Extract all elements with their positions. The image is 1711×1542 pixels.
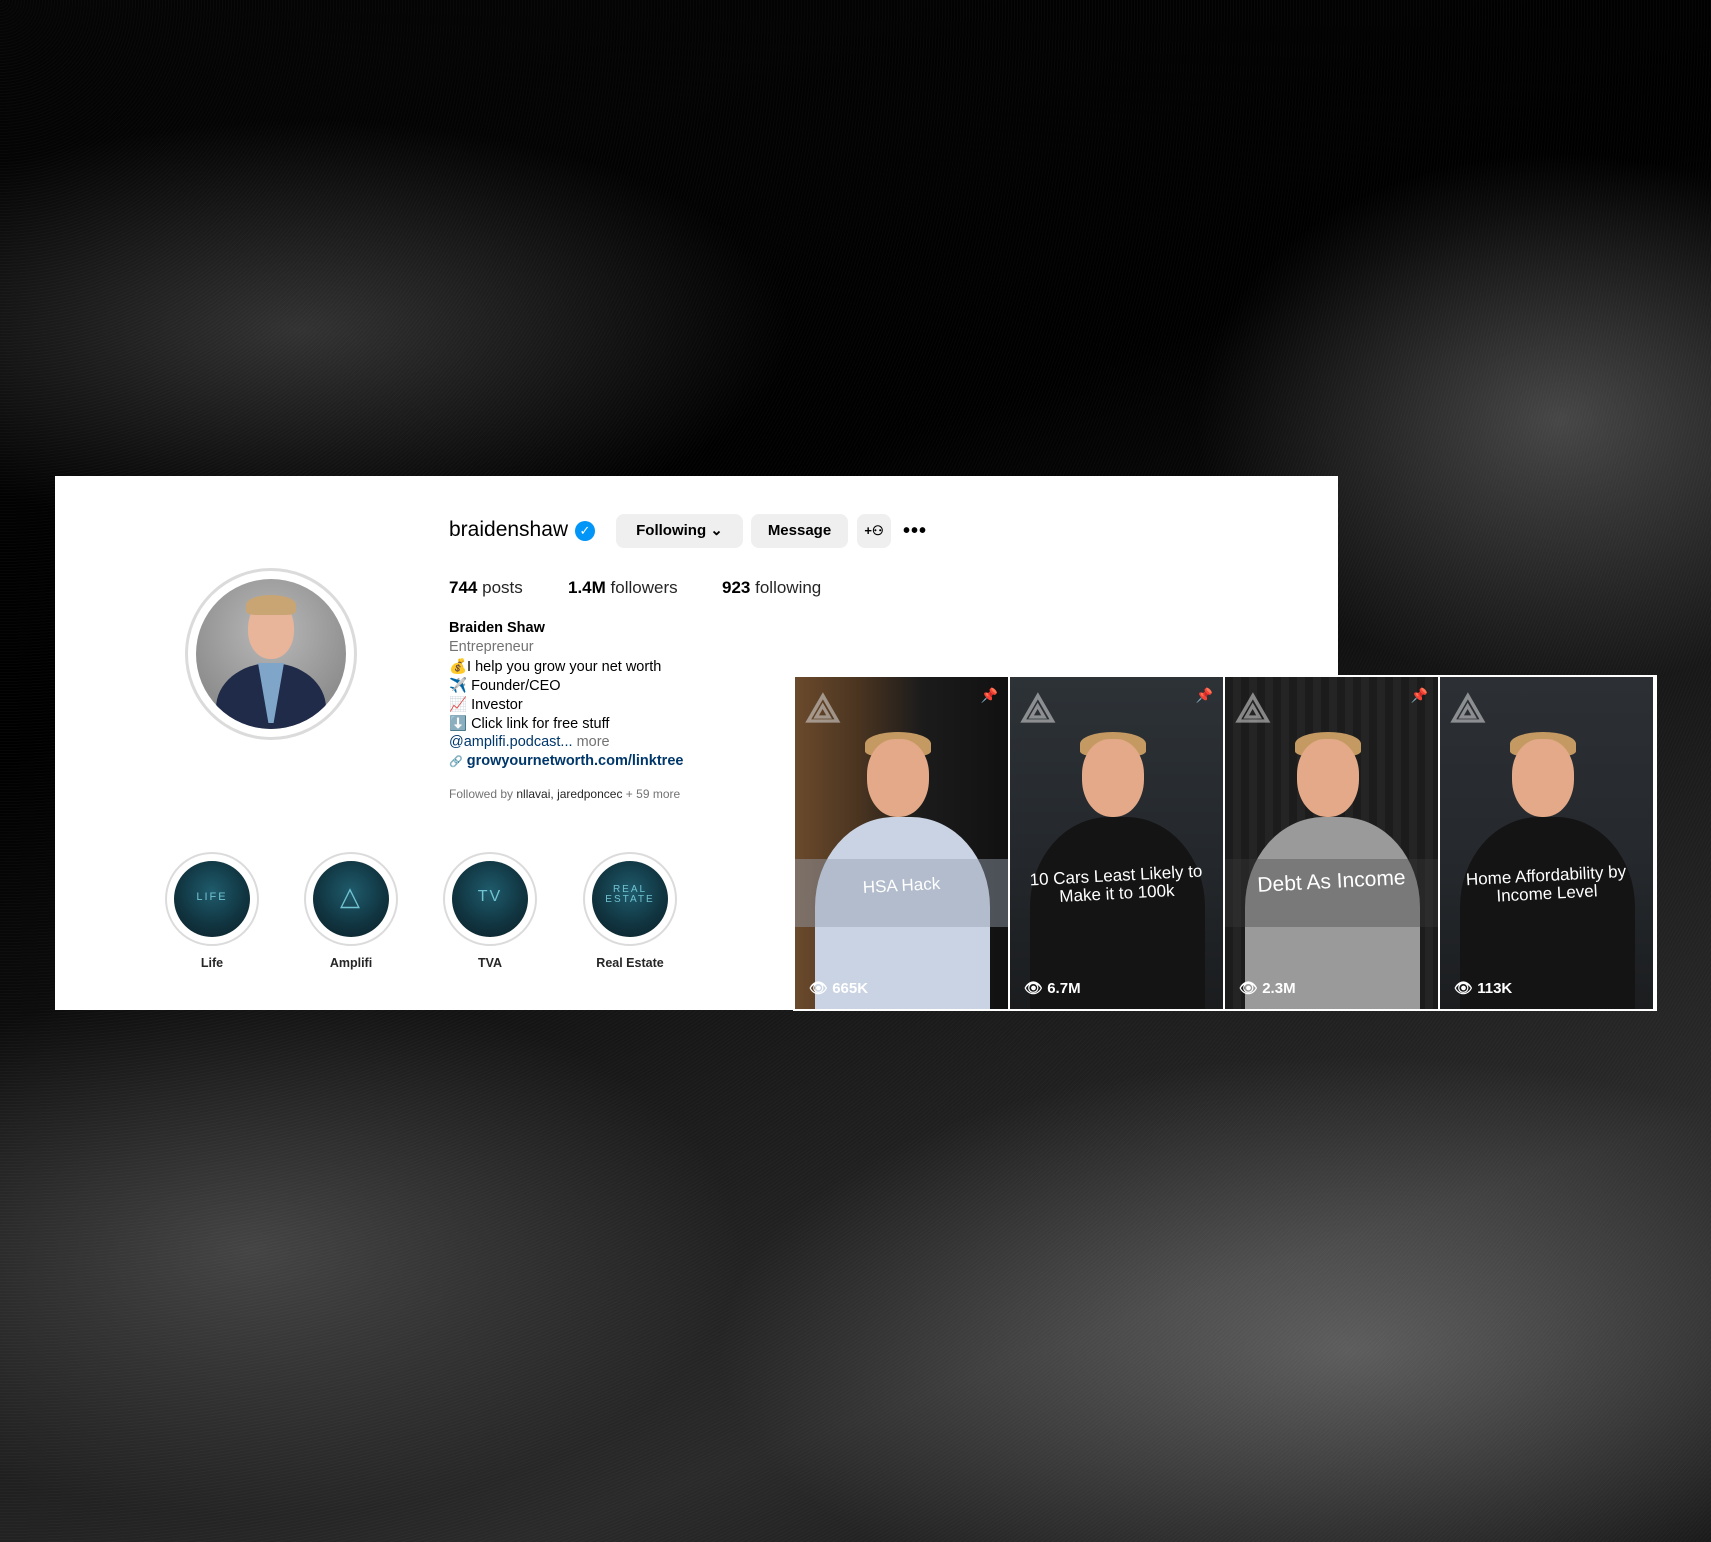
reel-views-count: 113K (1477, 980, 1513, 997)
followers-label: followers (610, 578, 678, 597)
eye-icon: 👁 (1454, 980, 1474, 997)
pin-icon: 📌 (1410, 687, 1428, 703)
avatar-image (196, 579, 346, 729)
brand-logo-icon: ⟁ (1450, 687, 1486, 731)
reel-views-count: 2.3M (1262, 980, 1296, 997)
highlight-label: Life (200, 956, 224, 970)
reel-views-count: 665K (832, 980, 869, 997)
brand-logo-icon: ⟁ (1020, 687, 1056, 731)
username: braidenshaw (449, 518, 569, 541)
highlight-life[interactable]: LIFE (165, 852, 259, 946)
bio-name: Braiden Shaw (449, 620, 545, 636)
profile-avatar[interactable] (185, 568, 357, 740)
following-button[interactable]: Following ⌄ (616, 514, 743, 548)
reel-tile[interactable]: ⟁ 📌 HSA Hack 👁 665K (795, 677, 1008, 1009)
bio-category: Entrepreneur (449, 639, 534, 655)
bio-line-4: ⬇️ Click link for free stuff (449, 716, 610, 732)
brand-logo-icon: ⟁ (805, 687, 841, 731)
posts-count: 744 (449, 578, 478, 597)
pin-icon: 📌 (1195, 687, 1213, 703)
highlight-cover: △ (313, 861, 389, 937)
reel-views: 👁 113K (1454, 979, 1512, 997)
highlight-label: Amplifi (329, 956, 373, 970)
more-options-icon[interactable]: ••• (903, 514, 927, 548)
highlight-cover-text: REAL ESTATE (605, 884, 655, 905)
highlight-cover-text: TV (477, 888, 503, 905)
posts-stat: 744 posts (449, 578, 523, 598)
highlight-cover: REAL ESTATE (592, 861, 668, 937)
brand-logo-icon: ⟁ (1235, 687, 1271, 731)
followed-by-prefix: Followed by (449, 787, 514, 801)
highlight-cover-text: LIFE (196, 891, 228, 903)
reels-grid: ⟁ 📌 HSA Hack 👁 665K ⟁ 📌 10 Cars Least Li… (793, 675, 1657, 1011)
website-link[interactable]: growyournetworth.com/linktree (467, 753, 684, 769)
bio-line-1: 💰I help you grow your net worth (449, 659, 662, 675)
posts-label: posts (482, 578, 523, 597)
highlight-label: Real Estate (596, 956, 664, 970)
followers-stat[interactable]: 1.4M followers (568, 578, 678, 598)
reel-tile[interactable]: ⟁ 📌 10 Cars Least Likely to Make it to 1… (1010, 677, 1223, 1009)
link-icon: 🔗 (449, 756, 463, 768)
following-count: 923 (722, 578, 751, 597)
suggested-users-icon[interactable]: +⚇ (857, 514, 891, 548)
highlight-label: TVA (477, 956, 503, 970)
amplifi-logo-icon: △ (340, 881, 362, 911)
following-label: following (755, 578, 822, 597)
reel-tile[interactable]: ⟁ Home Affordability by Income Level 👁 1… (1440, 677, 1653, 1009)
bio-mention-line: @amplifi.podcast... more (449, 734, 610, 750)
bio-more-link[interactable]: more (577, 734, 610, 750)
highlight-tva[interactable]: TV (443, 852, 537, 946)
reel-views: 👁 2.3M (1239, 979, 1296, 997)
bio-mention-link[interactable]: @amplifi.podcast... (449, 734, 573, 750)
verified-badge-icon: ✓ (575, 521, 595, 541)
bio-website-line: 🔗 growyournetworth.com/linktree (449, 753, 683, 769)
highlight-real-estate[interactable]: REAL ESTATE (583, 852, 677, 946)
reel-tile[interactable]: ⟁ 📌 Debt As Income 👁 2.3M (1225, 677, 1438, 1009)
reel-views: 👁 6.7M (1024, 979, 1081, 997)
followed-by-names: nllavai, jaredponcec (516, 787, 623, 801)
pin-icon: 📌 (980, 687, 998, 703)
eye-icon: 👁 (1024, 980, 1044, 997)
highlight-cover: LIFE (174, 861, 250, 937)
bio-line-2: ✈️ Founder/CEO (449, 678, 561, 694)
highlight-cover: TV (452, 861, 528, 937)
following-stat[interactable]: 923 following (722, 578, 821, 598)
eye-icon: 👁 (1239, 980, 1259, 997)
followed-by-suffix: + 59 more (625, 787, 681, 801)
followers-count: 1.4M (568, 578, 606, 597)
bio-line-3: 📈 Investor (449, 697, 523, 713)
highlight-amplifi[interactable]: △ (304, 852, 398, 946)
eye-icon: 👁 (809, 980, 829, 997)
reel-views: 👁 665K (809, 979, 868, 997)
followed-by[interactable]: Followed by nllavai, jaredponcec + 59 mo… (449, 787, 680, 801)
reel-views-count: 6.7M (1047, 980, 1081, 997)
message-button[interactable]: Message (751, 514, 848, 548)
